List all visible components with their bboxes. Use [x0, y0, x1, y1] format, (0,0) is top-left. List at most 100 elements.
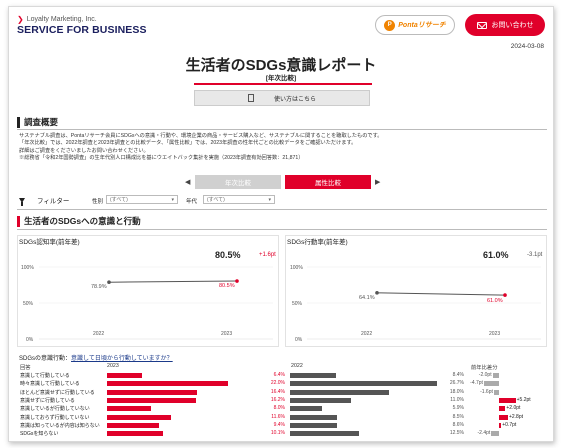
- bar-2023: [107, 381, 228, 387]
- contact-button[interactable]: お問い合わせ: [465, 14, 545, 36]
- divider: [17, 209, 547, 210]
- value-2022: 18.0%: [449, 388, 464, 395]
- report-page: ❯ Loyalty Marketing, Inc. SERVICE FOR BU…: [8, 6, 554, 442]
- bar-2023: [107, 406, 151, 412]
- value-2023: 16.4%: [270, 388, 285, 395]
- row-label: 意識せずに行動している: [20, 397, 75, 404]
- ponta-research-label: Pontaリサーチ: [398, 22, 446, 29]
- overview-heading: 調査概要: [17, 116, 58, 128]
- company-logo-small[interactable]: ❯ Loyalty Marketing, Inc.: [17, 15, 97, 24]
- contact-label: お問い合わせ: [491, 22, 534, 29]
- diff-value: -1.6pt: [480, 388, 493, 395]
- bar-2022: [290, 381, 437, 387]
- title-underline: [194, 83, 372, 85]
- row-label: SDGsを知らない: [20, 431, 59, 438]
- value-2023: 9.4%: [273, 421, 285, 428]
- bar-2023: [107, 389, 198, 395]
- gender-label: 性別: [92, 199, 104, 205]
- next-arrow-icon[interactable]: ▶: [375, 178, 380, 186]
- value-2022: 8.6%: [452, 421, 464, 428]
- filter-bar: フィルター: [19, 194, 69, 206]
- overview-line: 「年次比較」では、2022年調査と2023年調査との比較データ、「属性比較」では…: [19, 140, 357, 147]
- column-header-2023: 2023: [107, 363, 119, 369]
- prev-arrow-icon[interactable]: ◀: [185, 178, 190, 186]
- row-label: 意識は知っているが内容は知らない: [20, 422, 100, 429]
- question-text: SDGsの意識行動：意識して日頃から行動していますか？: [19, 353, 173, 362]
- value-2023: 10.1%: [270, 430, 285, 437]
- tab-annual-comparison[interactable]: 年次比較: [195, 175, 281, 189]
- filter-label: フィルター: [37, 198, 70, 205]
- action-chart-panel: [285, 235, 547, 347]
- bar-2023: [107, 431, 163, 437]
- question-prefix: SDGsの意識行動：: [19, 356, 72, 362]
- overview-line: ※総務省「令和2年国勢調査」の生年代別人口構成比を基にウエイトバック集計を実施（…: [19, 154, 304, 161]
- value-2022: 8.4%: [452, 372, 464, 378]
- diff-bar: [499, 397, 516, 403]
- row-label: 意識しているが行動していない: [20, 406, 90, 413]
- bar-2023: [107, 422, 159, 428]
- diff-value: +2.0pt: [506, 405, 521, 412]
- diff-bar: [493, 389, 499, 395]
- heading-bar: [17, 215, 20, 227]
- sdgs-section-heading: 生活者のSDGsへの意識と行動: [17, 215, 141, 227]
- service-logo[interactable]: SERVICE FOR BUSINESS: [17, 24, 147, 36]
- bird-logo-icon: ❯: [17, 15, 24, 24]
- company-name: Loyalty Marketing, Inc.: [26, 16, 97, 23]
- value-2022: 8.5%: [452, 413, 464, 420]
- value-2023: 22.0%: [270, 380, 285, 387]
- diff-value: -2.0pt: [478, 372, 492, 378]
- bar-2023: [107, 373, 143, 378]
- diff-bar: [492, 373, 499, 378]
- chevron-down-icon: ▾: [171, 196, 174, 203]
- column-header-diff: 前年比差分: [471, 365, 498, 371]
- value-2023: 11.6%: [271, 413, 285, 420]
- document-icon: [247, 94, 254, 102]
- bar-2022: [290, 431, 359, 437]
- value-2023: 6.4%: [273, 372, 285, 378]
- value-2022: 11.0%: [450, 396, 464, 403]
- value-2022: 5.9%: [452, 405, 464, 412]
- chevron-down-icon: ▾: [268, 196, 271, 203]
- mail-icon: [476, 21, 487, 29]
- bar-2022: [290, 414, 337, 420]
- gender-value: (すべて): [110, 197, 128, 203]
- diff-bar: [491, 431, 499, 437]
- diff-value: +2.8pt: [508, 413, 523, 420]
- diff-value: -2.4pt: [477, 430, 491, 437]
- heading-bar: [17, 116, 20, 128]
- divider: [17, 229, 547, 230]
- tab-attribute-comparison[interactable]: 属性比較: [285, 175, 371, 189]
- bar-2023: [107, 414, 171, 420]
- overview-line: 詳細はご調査をくださいましたお問い合わせください。: [19, 147, 149, 154]
- diff-value: +5.2pt: [516, 396, 531, 403]
- row-label: 意識して行動している: [20, 373, 70, 379]
- column-header-answer: 回答: [20, 365, 31, 371]
- bar-2022: [290, 397, 351, 403]
- diff-value: -4.7pt: [470, 380, 483, 387]
- awareness-chart-panel: [17, 235, 279, 347]
- page-subtitle: [年次比較]: [265, 75, 297, 82]
- divider: [17, 129, 547, 130]
- usage-guide-label: 使い方はこちら: [273, 96, 316, 103]
- sdgs-section-heading-text: 生活者のSDGsへの意識と行動: [24, 216, 141, 226]
- bar-2022: [290, 406, 323, 412]
- row-label: 意識しておらず行動していない: [20, 414, 90, 421]
- question-link[interactable]: 意識して日頃から行動していますか？: [71, 356, 173, 362]
- gender-select[interactable]: (すべて) ▾: [106, 195, 178, 204]
- overview-heading-text: 調査概要: [24, 117, 59, 127]
- age-value: (すべて): [207, 197, 225, 203]
- diff-bar: [499, 406, 506, 412]
- value-2023: 8.0%: [273, 405, 285, 412]
- bar-2022: [290, 389, 389, 395]
- age-select[interactable]: (すべて) ▾: [203, 195, 275, 204]
- diff-value: +0.7pt: [502, 421, 517, 428]
- age-label: 年代: [186, 199, 198, 205]
- row-label: ほとんど意識せずに行動している: [20, 389, 95, 396]
- usage-guide-button[interactable]: 使い方はこちら: [194, 90, 370, 106]
- row-label: 時々意識して行動している: [20, 381, 80, 388]
- ponta-icon: P: [384, 19, 396, 31]
- ponta-research-button[interactable]: P Pontaリサーチ: [375, 15, 455, 35]
- value-2023: 16.2%: [270, 396, 285, 403]
- report-date: 2024-03-08: [510, 43, 544, 50]
- bar-2022: [290, 373, 337, 378]
